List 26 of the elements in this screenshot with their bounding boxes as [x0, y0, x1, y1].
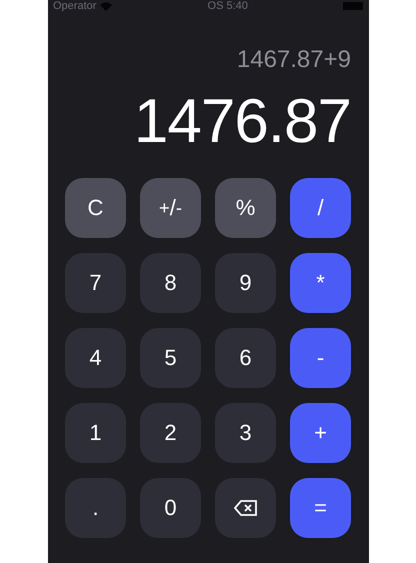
carrier-label: Operator [53, 0, 96, 12]
wifi-icon [100, 2, 112, 10]
time-label: OS 5:40 [208, 0, 248, 12]
calculator-key[interactable]: . [65, 478, 126, 538]
calculator-key[interactable]: 5 [140, 328, 201, 388]
battery-icon [343, 2, 363, 10]
calculator-key[interactable]: / [290, 178, 351, 238]
calculator-key[interactable]: 0 [140, 478, 201, 538]
calculator-key[interactable]: + [290, 403, 351, 463]
calculator-key[interactable]: = [290, 478, 351, 538]
calculator-key[interactable]: C [65, 178, 126, 238]
expression-text: 1467.87+9 [236, 46, 351, 74]
backspace-button[interactable] [215, 478, 276, 538]
calculator-key[interactable]: 6 [215, 328, 276, 388]
result-text: 1476.87 [132, 86, 351, 158]
calculator-key[interactable]: 8 [140, 253, 201, 313]
calculator-key[interactable]: % [215, 178, 276, 238]
calculator-key[interactable]: * [290, 253, 351, 313]
calculator-key[interactable]: 4 [65, 328, 126, 388]
backspace-icon [234, 500, 258, 516]
calculator-key[interactable]: - [290, 328, 351, 388]
calculator-key[interactable]: 1 [65, 403, 126, 463]
calculator-key[interactable]: 2 [140, 403, 201, 463]
calculator-key[interactable]: 9 [215, 253, 276, 313]
calculator-key[interactable]: 7 [65, 253, 126, 313]
calculator-key[interactable]: 3 [215, 403, 276, 463]
